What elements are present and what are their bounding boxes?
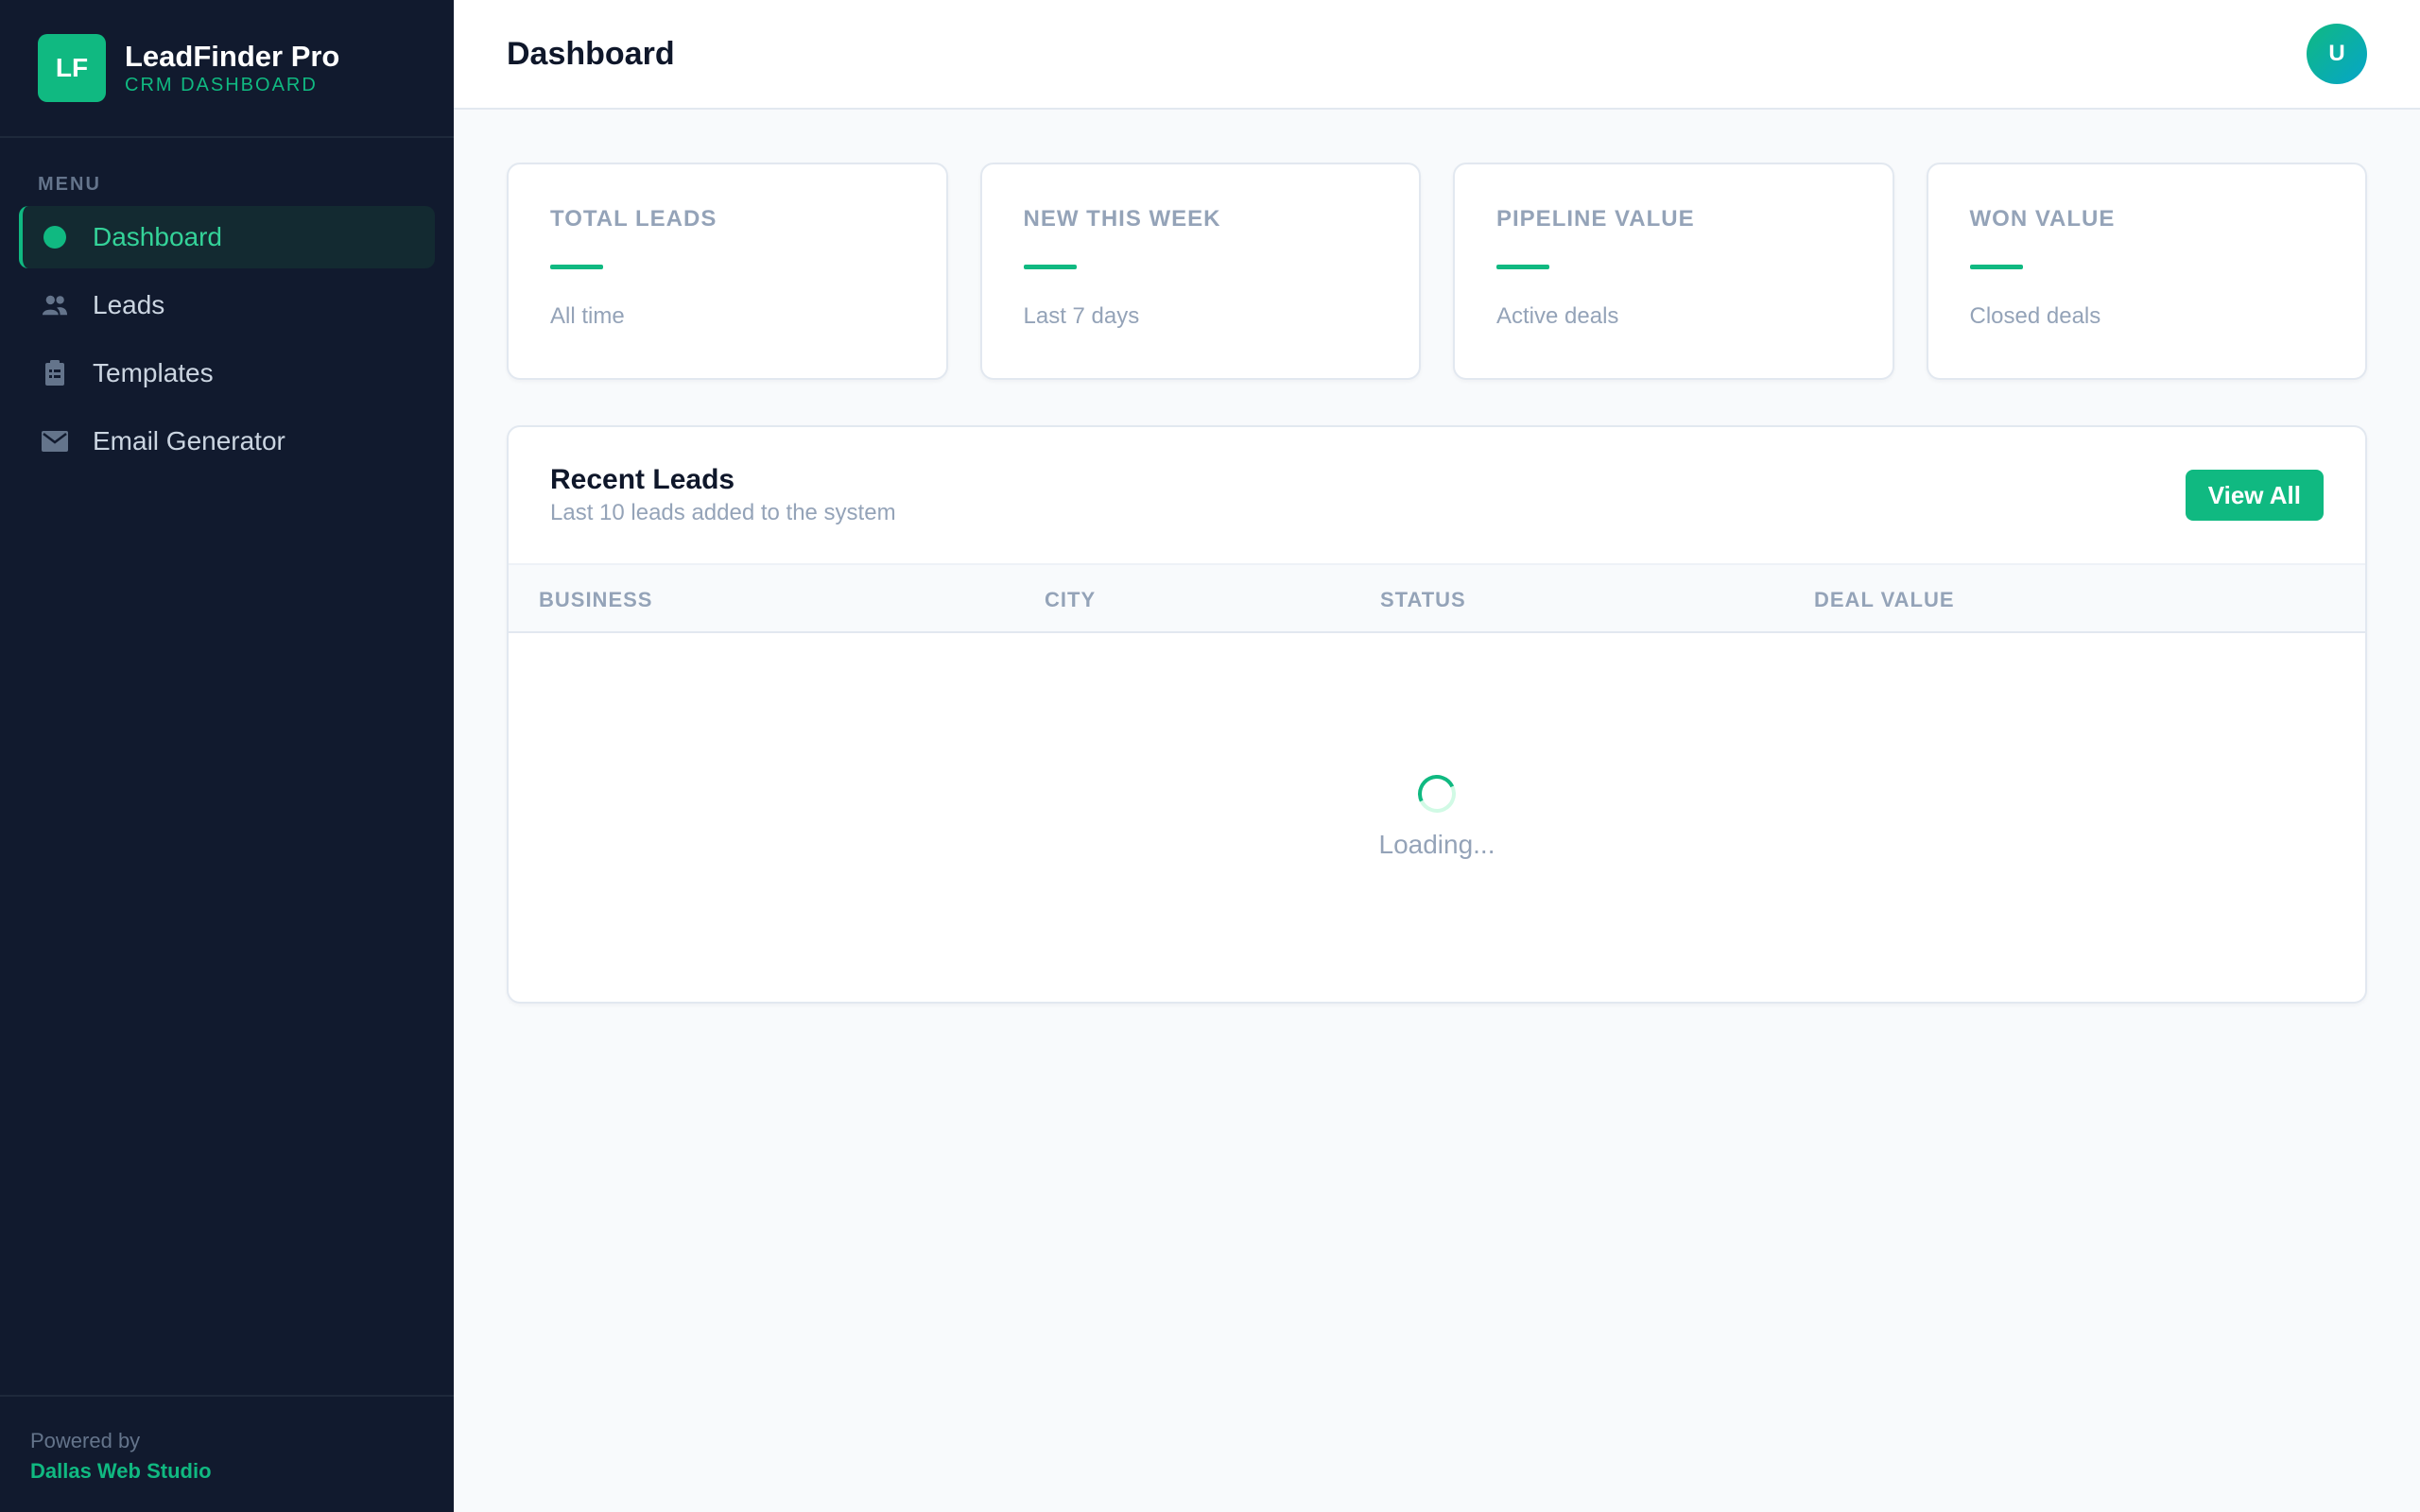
stat-subtitle: All time — [550, 303, 625, 329]
dot-icon — [42, 224, 68, 250]
stat-placeholder-dash — [1023, 265, 1077, 269]
stat-card-new-this-week: NEW THIS WEEK Last 7 days — [979, 163, 1421, 380]
stat-label: PIPELINE VALUE — [1496, 206, 1695, 232]
stat-placeholder-dash — [1496, 265, 1549, 269]
content: TOTAL LEADS All time NEW THIS WEEK Last … — [454, 110, 2420, 1057]
stat-subtitle: Active deals — [1496, 303, 1619, 329]
recent-leads-panel: Recent Leads Last 10 leads added to the … — [507, 425, 2367, 1004]
sidebar-item-label: Templates — [93, 358, 214, 387]
panel-header: Recent Leads Last 10 leads added to the … — [509, 427, 2365, 563]
avatar[interactable]: U — [2307, 24, 2367, 84]
panel-subtitle: Last 10 leads added to the system — [550, 500, 896, 525]
sidebar-nav: Dashboard Leads Templates Email Generato… — [0, 206, 454, 478]
sidebar-footer: Powered by Dallas Web Studio — [0, 1395, 454, 1512]
studio-link[interactable]: Dallas Web Studio — [30, 1455, 454, 1487]
brand-text: LeadFinder Pro CRM DASHBOARD — [125, 40, 339, 96]
stat-subtitle: Last 7 days — [1023, 303, 1140, 329]
sidebar-item-label: Email Generator — [93, 426, 285, 455]
column-header-business[interactable]: BUSINESS — [539, 565, 652, 635]
stat-placeholder-dash — [1969, 265, 2023, 269]
panel-heading: Recent Leads Last 10 leads added to the … — [550, 462, 896, 528]
brand-name: LeadFinder Pro — [125, 40, 340, 73]
stat-card-won-value: WON VALUE Closed deals — [1926, 163, 2367, 380]
stat-card-pipeline-value: PIPELINE VALUE Active deals — [1453, 163, 1894, 380]
sidebar: LF LeadFinder Pro CRM DASHBOARD MENU Das… — [0, 0, 454, 1512]
brand-subtitle: CRM DASHBOARD — [125, 75, 318, 95]
sidebar-item-label: Leads — [93, 290, 165, 319]
sidebar-item-label: Dashboard — [93, 222, 222, 251]
envelope-icon — [42, 428, 68, 455]
table-header: BUSINESS CITY STATUS DEAL VALUE — [509, 563, 2365, 633]
sidebar-item-templates[interactable]: Templates — [19, 342, 435, 404]
spinner-icon — [1412, 769, 1461, 818]
view-all-button[interactable]: View All — [2185, 470, 2324, 521]
sidebar-item-email-generator[interactable]: Email Generator — [19, 410, 435, 472]
stat-subtitle: Closed deals — [1969, 303, 2101, 329]
stat-placeholder-dash — [550, 265, 603, 269]
topbar: Dashboard U — [454, 0, 2420, 110]
clipboard-icon — [42, 360, 68, 387]
column-header-city[interactable]: CITY — [1045, 565, 1096, 635]
loading-text: Loading... — [1378, 830, 1495, 859]
panel-title: Recent Leads — [550, 464, 735, 495]
brand: LF LeadFinder Pro CRM DASHBOARD — [0, 0, 454, 138]
page-title: Dashboard — [507, 35, 675, 72]
stats-row: TOTAL LEADS All time NEW THIS WEEK Last … — [507, 163, 2367, 380]
menu-label: MENU — [38, 174, 101, 195]
brand-logo: LF — [38, 34, 106, 102]
main: Dashboard U TOTAL LEADS All time NEW THI… — [454, 0, 2420, 1512]
powered-by-label: Powered by — [30, 1429, 141, 1452]
users-icon — [42, 292, 68, 318]
column-header-deal-value[interactable]: DEAL VALUE — [1814, 565, 1955, 635]
sidebar-item-leads[interactable]: Leads — [19, 274, 435, 336]
column-header-status[interactable]: STATUS — [1380, 565, 1466, 635]
loading-state: Loading... — [509, 633, 2365, 1002]
stat-card-total-leads: TOTAL LEADS All time — [507, 163, 948, 380]
stat-label: WON VALUE — [1969, 206, 2116, 232]
stat-label: NEW THIS WEEK — [1023, 206, 1221, 232]
sidebar-item-dashboard[interactable]: Dashboard — [19, 206, 435, 268]
stat-label: TOTAL LEADS — [550, 206, 717, 232]
app: LF LeadFinder Pro CRM DASHBOARD MENU Das… — [0, 0, 2420, 1512]
